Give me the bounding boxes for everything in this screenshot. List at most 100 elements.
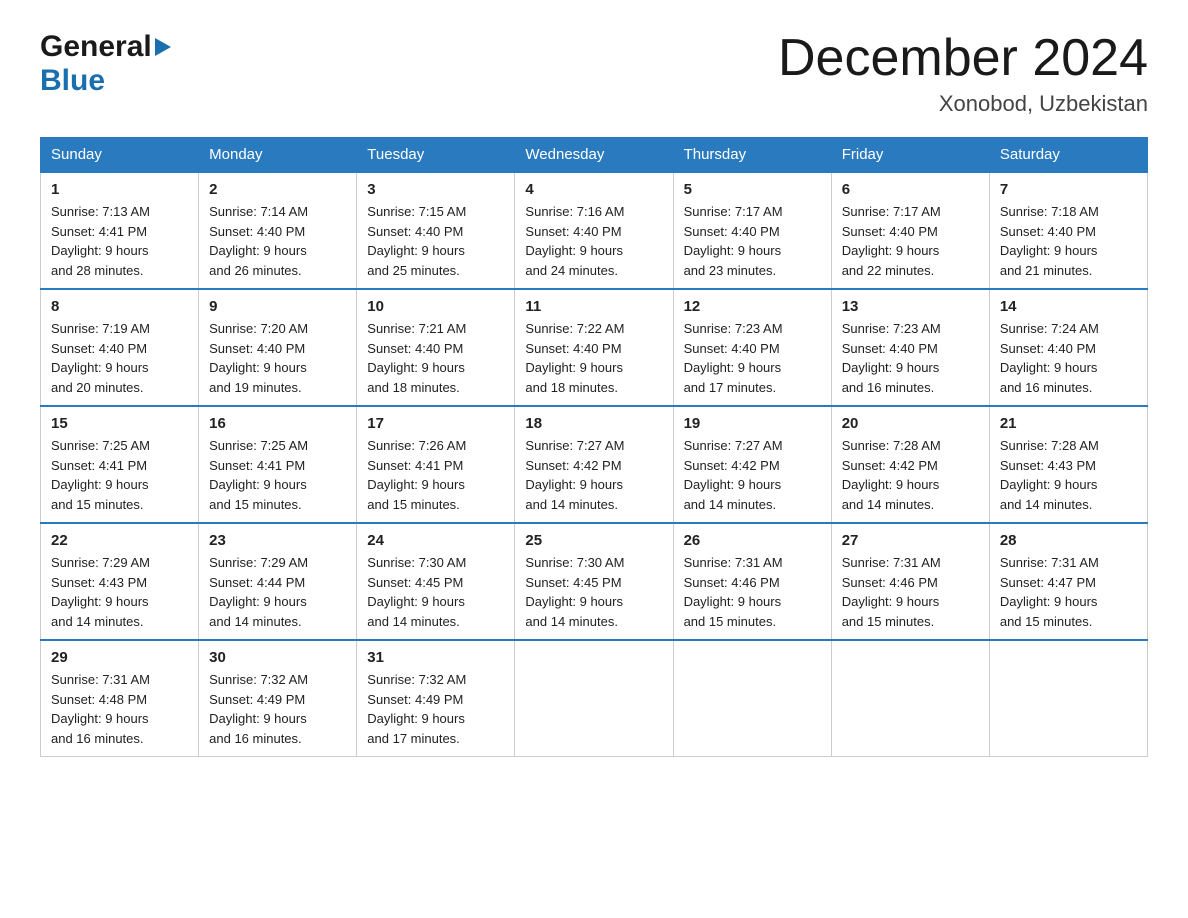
day-number: 18 bbox=[525, 415, 662, 432]
weekday-header-friday: Friday bbox=[831, 138, 989, 173]
weekday-header-wednesday: Wednesday bbox=[515, 138, 673, 173]
calendar-week-row: 15 Sunrise: 7:25 AMSunset: 4:41 PMDayligh… bbox=[41, 406, 1148, 523]
day-number: 12 bbox=[684, 298, 821, 315]
day-number: 4 bbox=[525, 181, 662, 198]
day-info: Sunrise: 7:23 AMSunset: 4:40 PMDaylight:… bbox=[842, 319, 979, 397]
day-number: 30 bbox=[209, 649, 346, 666]
calendar-day-cell: 3 Sunrise: 7:15 AMSunset: 4:40 PMDaylight… bbox=[357, 172, 515, 289]
day-number: 11 bbox=[525, 298, 662, 315]
calendar-week-row: 1 Sunrise: 7:13 AMSunset: 4:41 PMDaylight… bbox=[41, 172, 1148, 289]
weekday-header-row: SundayMondayTuesdayWednesdayThursdayFrid… bbox=[41, 138, 1148, 173]
day-info: Sunrise: 7:22 AMSunset: 4:40 PMDaylight:… bbox=[525, 319, 662, 397]
calendar-day-cell: 29Sunrise: 7:31 AMSunset: 4:48 PMDayligh… bbox=[41, 640, 199, 757]
day-info: Sunrise: 7:32 AMSunset: 4:49 PMDaylight:… bbox=[209, 670, 346, 748]
day-info: Sunrise: 7:32 AMSunset: 4:49 PMDaylight:… bbox=[367, 670, 504, 748]
day-info: Sunrise: 7:27 AMSunset: 4:42 PMDaylight:… bbox=[684, 436, 821, 514]
day-number: 22 bbox=[51, 532, 188, 549]
logo-triangle-icon bbox=[155, 38, 171, 61]
calendar-day-cell: 26Sunrise: 7:31 AMSunset: 4:46 PMDayligh… bbox=[673, 523, 831, 640]
weekday-header-tuesday: Tuesday bbox=[357, 138, 515, 173]
month-title: December 2024 bbox=[778, 30, 1148, 87]
day-number: 21 bbox=[1000, 415, 1137, 432]
day-number: 6 bbox=[842, 181, 979, 198]
calendar-week-row: 8 Sunrise: 7:19 AMSunset: 4:40 PMDaylight… bbox=[41, 289, 1148, 406]
day-number: 27 bbox=[842, 532, 979, 549]
calendar-week-row: 22 Sunrise: 7:29 AMSunset: 4:43 PMDayligh… bbox=[41, 523, 1148, 640]
logo: General Blue bbox=[40, 30, 171, 98]
day-info: Sunrise: 7:20 AMSunset: 4:40 PMDaylight:… bbox=[209, 319, 346, 397]
day-info: Sunrise: 7:23 AMSunset: 4:40 PMDaylight:… bbox=[684, 319, 821, 397]
day-info: Sunrise: 7:24 AMSunset: 4:40 PMDaylight:… bbox=[1000, 319, 1137, 397]
day-number: 15 bbox=[51, 415, 188, 432]
day-number: 13 bbox=[842, 298, 979, 315]
day-info: Sunrise: 7:28 AMSunset: 4:42 PMDaylight:… bbox=[842, 436, 979, 514]
calendar-day-cell: 14 Sunrise: 7:24 AMSunset: 4:40 PMDayligh… bbox=[989, 289, 1147, 406]
calendar-day-cell: 9Sunrise: 7:20 AMSunset: 4:40 PMDaylight… bbox=[199, 289, 357, 406]
day-info: Sunrise: 7:17 AMSunset: 4:40 PMDaylight:… bbox=[842, 202, 979, 280]
calendar-day-cell: 19 Sunrise: 7:27 AMSunset: 4:42 PMDayligh… bbox=[673, 406, 831, 523]
day-info: Sunrise: 7:25 AMSunset: 4:41 PMDaylight:… bbox=[51, 436, 188, 514]
day-info: Sunrise: 7:26 AMSunset: 4:41 PMDaylight:… bbox=[367, 436, 504, 514]
day-number: 31 bbox=[367, 649, 504, 666]
calendar-day-cell: 6 Sunrise: 7:17 AMSunset: 4:40 PMDaylight… bbox=[831, 172, 989, 289]
calendar-day-cell: 20Sunrise: 7:28 AMSunset: 4:42 PMDayligh… bbox=[831, 406, 989, 523]
calendar-day-cell: 5 Sunrise: 7:17 AMSunset: 4:40 PMDaylight… bbox=[673, 172, 831, 289]
weekday-header-sunday: Sunday bbox=[41, 138, 199, 173]
title-area: December 2024 Xonobod, Uzbekistan bbox=[778, 30, 1148, 117]
day-number: 17 bbox=[367, 415, 504, 432]
calendar-day-cell: 23 Sunrise: 7:29 AMSunset: 4:44 PMDayligh… bbox=[199, 523, 357, 640]
calendar-empty-cell bbox=[831, 640, 989, 757]
calendar-day-cell: 22 Sunrise: 7:29 AMSunset: 4:43 PMDayligh… bbox=[41, 523, 199, 640]
calendar-day-cell: 18 Sunrise: 7:27 AMSunset: 4:42 PMDayligh… bbox=[515, 406, 673, 523]
day-info: Sunrise: 7:31 AMSunset: 4:46 PMDaylight:… bbox=[842, 553, 979, 631]
day-info: Sunrise: 7:25 AMSunset: 4:41 PMDaylight:… bbox=[209, 436, 346, 514]
calendar-day-cell: 24Sunrise: 7:30 AMSunset: 4:45 PMDayligh… bbox=[357, 523, 515, 640]
calendar-day-cell: 28 Sunrise: 7:31 AMSunset: 4:47 PMDayligh… bbox=[989, 523, 1147, 640]
logo-blue-text: Blue bbox=[40, 64, 105, 97]
day-info: Sunrise: 7:29 AMSunset: 4:43 PMDaylight:… bbox=[51, 553, 188, 631]
calendar-day-cell: 17 Sunrise: 7:26 AMSunset: 4:41 PMDayligh… bbox=[357, 406, 515, 523]
day-number: 10 bbox=[367, 298, 504, 315]
day-number: 14 bbox=[1000, 298, 1137, 315]
day-number: 1 bbox=[51, 181, 188, 198]
calendar-day-cell: 2 Sunrise: 7:14 AMSunset: 4:40 PMDaylight… bbox=[199, 172, 357, 289]
day-info: Sunrise: 7:30 AMSunset: 4:45 PMDaylight:… bbox=[525, 553, 662, 631]
day-number: 8 bbox=[51, 298, 188, 315]
day-info: Sunrise: 7:31 AMSunset: 4:46 PMDaylight:… bbox=[684, 553, 821, 631]
location-title: Xonobod, Uzbekistan bbox=[778, 91, 1148, 117]
day-info: Sunrise: 7:18 AMSunset: 4:40 PMDaylight:… bbox=[1000, 202, 1137, 280]
day-info: Sunrise: 7:14 AMSunset: 4:40 PMDaylight:… bbox=[209, 202, 346, 280]
day-info: Sunrise: 7:27 AMSunset: 4:42 PMDaylight:… bbox=[525, 436, 662, 514]
day-number: 7 bbox=[1000, 181, 1137, 198]
weekday-header-thursday: Thursday bbox=[673, 138, 831, 173]
calendar-day-cell: 30 Sunrise: 7:32 AMSunset: 4:49 PMDayligh… bbox=[199, 640, 357, 757]
day-info: Sunrise: 7:31 AMSunset: 4:47 PMDaylight:… bbox=[1000, 553, 1137, 631]
weekday-header-monday: Monday bbox=[199, 138, 357, 173]
day-info: Sunrise: 7:17 AMSunset: 4:40 PMDaylight:… bbox=[684, 202, 821, 280]
calendar-day-cell: 15 Sunrise: 7:25 AMSunset: 4:41 PMDayligh… bbox=[41, 406, 199, 523]
day-number: 29 bbox=[51, 649, 188, 666]
day-number: 3 bbox=[367, 181, 504, 198]
calendar-day-cell: 27 Sunrise: 7:31 AMSunset: 4:46 PMDayligh… bbox=[831, 523, 989, 640]
calendar-day-cell: 25 Sunrise: 7:30 AMSunset: 4:45 PMDayligh… bbox=[515, 523, 673, 640]
day-info: Sunrise: 7:15 AMSunset: 4:40 PMDaylight:… bbox=[367, 202, 504, 280]
day-number: 2 bbox=[209, 181, 346, 198]
calendar-day-cell: 12 Sunrise: 7:23 AMSunset: 4:40 PMDayligh… bbox=[673, 289, 831, 406]
calendar-day-cell: 11 Sunrise: 7:22 AMSunset: 4:40 PMDayligh… bbox=[515, 289, 673, 406]
day-info: Sunrise: 7:21 AMSunset: 4:40 PMDaylight:… bbox=[367, 319, 504, 397]
calendar-day-cell: 7 Sunrise: 7:18 AMSunset: 4:40 PMDaylight… bbox=[989, 172, 1147, 289]
calendar-week-row: 29Sunrise: 7:31 AMSunset: 4:48 PMDayligh… bbox=[41, 640, 1148, 757]
day-info: Sunrise: 7:29 AMSunset: 4:44 PMDaylight:… bbox=[209, 553, 346, 631]
day-info: Sunrise: 7:13 AMSunset: 4:41 PMDaylight:… bbox=[51, 202, 188, 280]
calendar-day-cell: 31 Sunrise: 7:32 AMSunset: 4:49 PMDayligh… bbox=[357, 640, 515, 757]
day-number: 5 bbox=[684, 181, 821, 198]
day-info: Sunrise: 7:19 AMSunset: 4:40 PMDaylight:… bbox=[51, 319, 188, 397]
calendar-table: SundayMondayTuesdayWednesdayThursdayFrid… bbox=[40, 137, 1148, 757]
day-number: 23 bbox=[209, 532, 346, 549]
day-info: Sunrise: 7:28 AMSunset: 4:43 PMDaylight:… bbox=[1000, 436, 1137, 514]
day-number: 25 bbox=[525, 532, 662, 549]
calendar-day-cell: 4Sunrise: 7:16 AMSunset: 4:40 PMDaylight… bbox=[515, 172, 673, 289]
day-number: 19 bbox=[684, 415, 821, 432]
day-number: 28 bbox=[1000, 532, 1137, 549]
calendar-empty-cell bbox=[989, 640, 1147, 757]
